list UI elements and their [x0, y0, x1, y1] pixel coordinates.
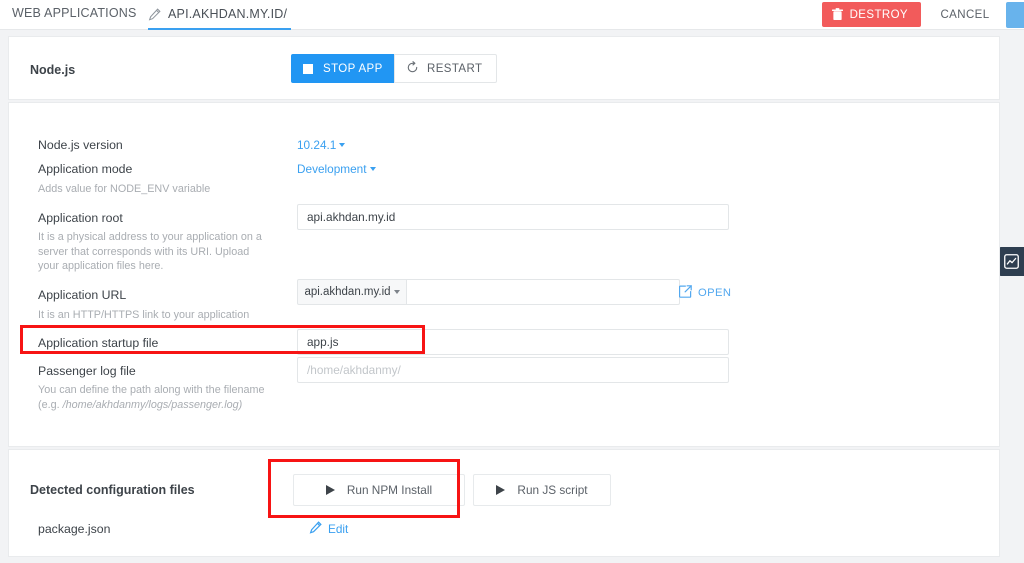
app-url-hint: It is an HTTP/HTTPS link to your applica… — [38, 309, 250, 321]
app-header-card: Node.js STOP APP RESTART — [8, 36, 1000, 100]
play-triangle-icon — [325, 485, 335, 495]
node-version-value: 10.24.1 — [297, 138, 337, 152]
run-npm-install-button[interactable]: Run NPM Install — [293, 474, 465, 506]
startup-file-input[interactable]: app.js — [297, 329, 729, 355]
chevron-down-icon — [393, 290, 400, 294]
tab-label: API.AKHDAN.MY.ID/ — [168, 7, 288, 21]
app-root-hint: It is a physical address to your applica… — [38, 231, 262, 272]
app-mode-dropdown[interactable]: Development — [297, 162, 376, 176]
app-root-label: Application root — [38, 211, 123, 225]
app-root-input[interactable]: api.akhdan.my.id — [297, 204, 729, 230]
stop-app-label: STOP APP — [323, 62, 383, 75]
chevron-down-icon — [339, 143, 346, 147]
run-js-script-label: Run JS script — [517, 483, 588, 497]
detected-config-title: Detected configuration files — [30, 483, 195, 497]
app-mode-label: Application mode — [38, 162, 133, 176]
pencil-icon — [309, 521, 322, 537]
external-link-icon — [678, 285, 692, 301]
app-url-label: Application URL — [38, 288, 127, 302]
edit-label: Edit — [328, 522, 349, 536]
stop-square-icon — [303, 63, 313, 74]
top-bar: WEB APPLICATIONS API.AKHDAN.MY.ID/ DESTR… — [0, 0, 1024, 30]
play-triangle-icon — [496, 485, 506, 495]
node-version-label: Node.js version — [38, 138, 123, 152]
destroy-button[interactable]: DESTROY — [821, 2, 921, 27]
pencil-icon — [148, 7, 161, 21]
passenger-log-input[interactable]: /home/akhdanmy/ — [297, 357, 729, 383]
breadcrumb[interactable]: WEB APPLICATIONS — [12, 6, 137, 20]
edit-config-link[interactable]: Edit — [309, 521, 348, 537]
config-file-name: package.json — [38, 522, 111, 536]
app-settings-card: Node.js version 10.24.1 Application mode… — [8, 102, 1000, 447]
node-version-dropdown[interactable]: 10.24.1 — [297, 138, 346, 152]
run-js-script-button[interactable]: Run JS script — [473, 474, 611, 506]
app-mode-hint: Adds value for NODE_ENV variable — [38, 183, 211, 195]
tab-api-akhdan-my-id[interactable]: API.AKHDAN.MY.ID/ — [148, 0, 292, 30]
chart-line-icon[interactable] — [998, 247, 1024, 276]
corner-blue-button[interactable] — [1006, 2, 1024, 28]
detected-config-card: Detected configuration files Run NPM Ins… — [8, 449, 1000, 557]
app-url-domain-value: api.akhdan.my.id — [304, 286, 391, 298]
passenger-log-label: Passenger log file — [38, 364, 136, 378]
startup-file-label: Application startup file — [38, 336, 159, 350]
restart-button[interactable]: RESTART — [394, 54, 498, 83]
chevron-down-icon — [369, 167, 376, 171]
open-url-link[interactable]: OPEN — [678, 285, 732, 301]
app-page: WEB APPLICATIONS API.AKHDAN.MY.ID/ DESTR… — [0, 0, 1024, 563]
restart-arrow-icon — [406, 60, 419, 77]
destroy-label: DESTROY — [849, 8, 908, 21]
passenger-log-hint: You can define the path along with the f… — [38, 383, 288, 412]
stop-app-button[interactable]: STOP APP — [291, 54, 399, 83]
app-url-domain-dropdown[interactable]: api.akhdan.my.id — [297, 279, 407, 305]
trash-icon — [831, 8, 843, 21]
run-npm-install-label: Run NPM Install — [346, 483, 433, 497]
open-label: OPEN — [698, 287, 732, 299]
cancel-label: CANCEL — [940, 8, 990, 21]
passenger-log-hint-line2: /home/akhdanmy/logs/passenger.log) — [62, 398, 243, 411]
app-mode-value: Development — [297, 162, 367, 176]
cancel-button[interactable]: CANCEL — [926, 2, 1004, 27]
app-title: Node.js — [30, 63, 76, 77]
restart-label: RESTART — [427, 62, 483, 75]
app-url-path-input[interactable] — [406, 279, 680, 305]
